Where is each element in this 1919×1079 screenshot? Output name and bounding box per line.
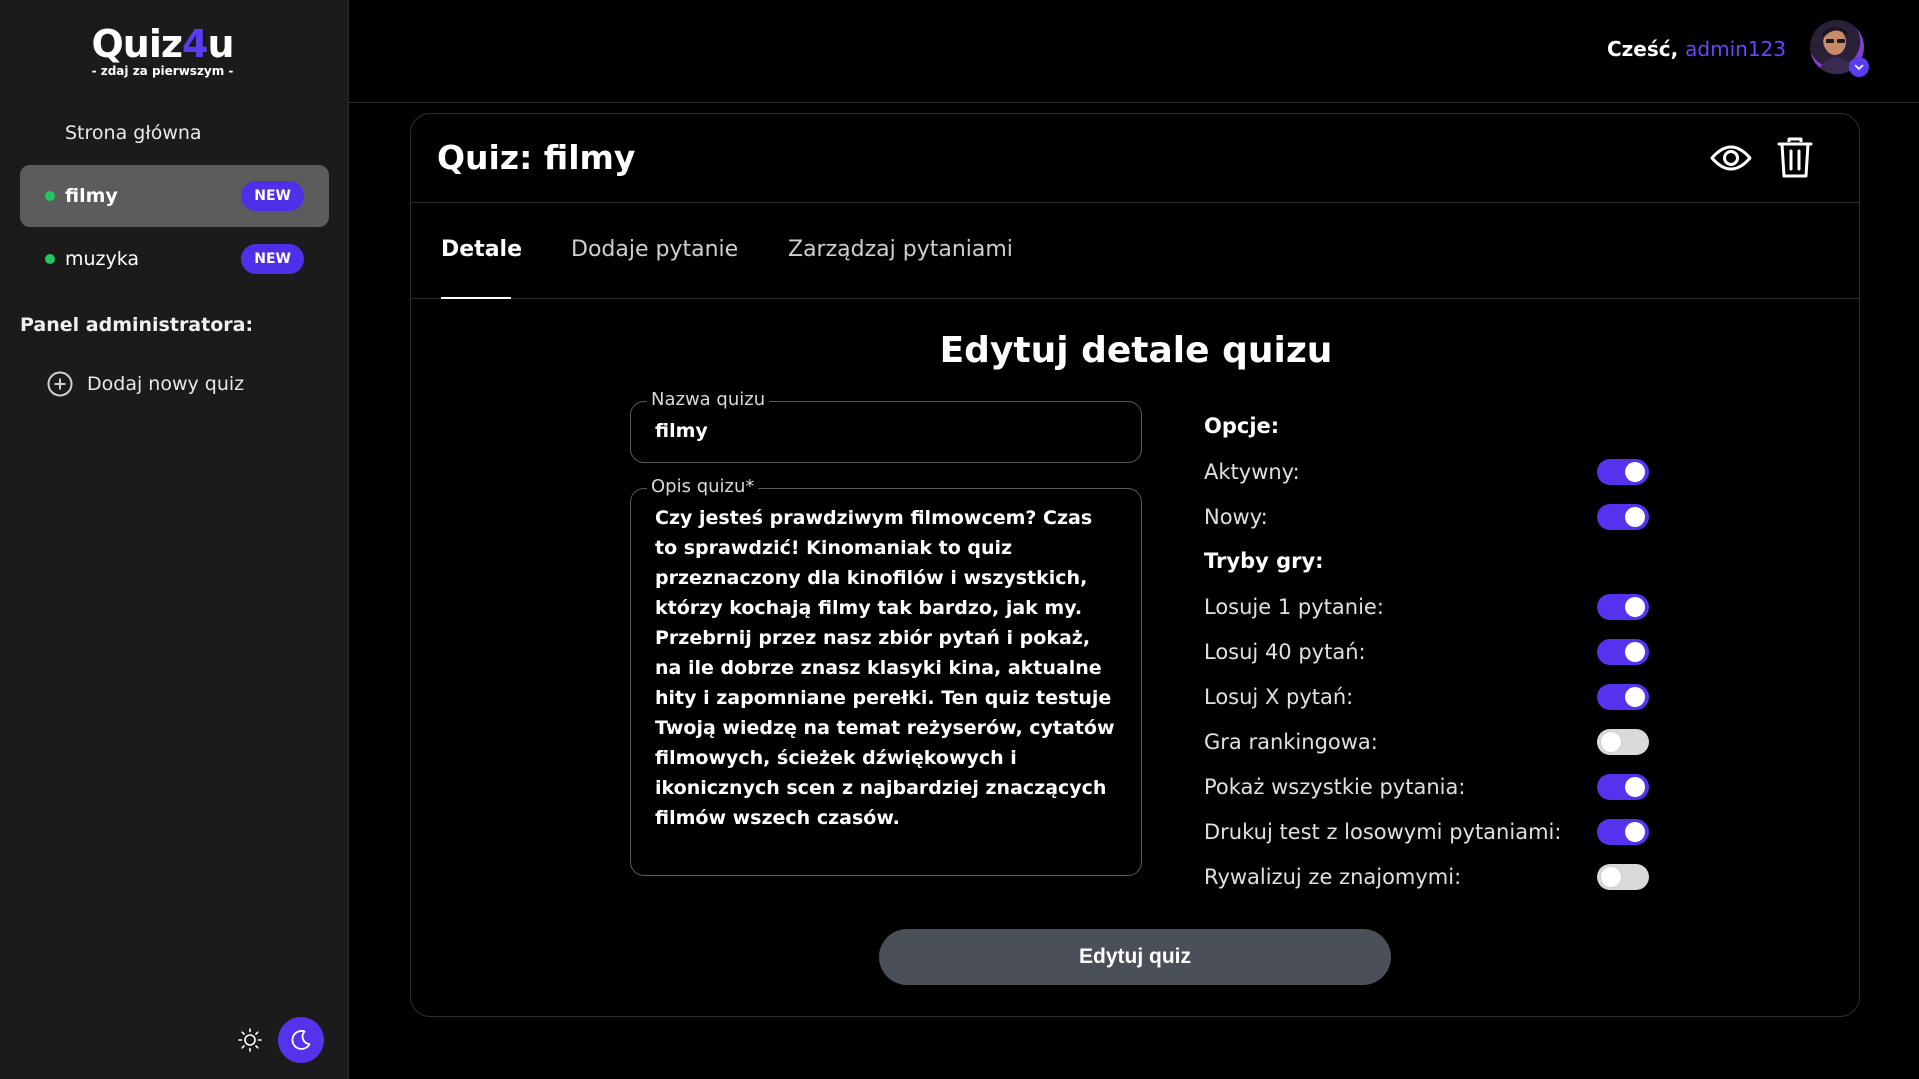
option-label: Drukuj test z losowymi pytaniami:: [1204, 819, 1562, 844]
check-icon: [1854, 64, 1864, 71]
option-label: Aktywny:: [1204, 459, 1300, 484]
status-dot: [45, 191, 55, 201]
option-label: Losuje 1 pytanie:: [1204, 594, 1384, 619]
sidebar: Quiz4u - zdaj za pierwszym - Strona głów…: [0, 0, 349, 1079]
sidebar-item-home[interactable]: Strona główna: [65, 118, 202, 148]
option-row: Pokaż wszystkie pytania:: [1204, 764, 1649, 809]
avatar-dropdown-badge[interactable]: [1849, 57, 1869, 77]
option-row: Losuj 40 pytań:: [1204, 629, 1649, 674]
option-row: Losuj X pytań:: [1204, 674, 1649, 719]
new-toggle[interactable]: [1597, 503, 1649, 530]
option-row: Drukuj test z losowymi pytaniami:: [1204, 809, 1649, 854]
new-badge: NEW: [241, 181, 304, 211]
sidebar-item-filmy[interactable]: filmy NEW: [20, 165, 329, 227]
show-all-questions-toggle[interactable]: [1597, 773, 1649, 800]
new-badge: NEW: [241, 244, 304, 274]
quiz-name-field[interactable]: Nazwa quizu filmy: [630, 388, 1142, 463]
tab-add-question[interactable]: Dodaje pytanie: [571, 228, 738, 272]
tab-manage-questions[interactable]: Zarządzaj pytaniami: [788, 228, 1013, 272]
edit-quiz-button[interactable]: Edytuj quiz: [879, 929, 1391, 985]
random-one-toggle[interactable]: [1597, 593, 1649, 620]
option-row: Gra rankingowa:: [1204, 719, 1649, 764]
random-forty-toggle[interactable]: [1597, 638, 1649, 665]
sun-icon[interactable]: [237, 1027, 263, 1053]
compete-friends-toggle[interactable]: [1597, 863, 1649, 890]
sidebar-item-label: filmy: [65, 185, 118, 207]
option-label: Gra rankingowa:: [1204, 729, 1378, 754]
eye-icon[interactable]: [1709, 138, 1753, 178]
ranked-game-toggle[interactable]: [1597, 728, 1649, 755]
tab-details[interactable]: Detale: [441, 228, 522, 272]
card-header: Quiz: filmy: [411, 114, 1859, 203]
add-quiz-label: Dodaj nowy quiz: [87, 373, 245, 395]
random-x-toggle[interactable]: [1597, 683, 1649, 710]
logo-title: Quiz4u: [91, 22, 234, 66]
quiz-description-field[interactable]: Opis quizu* Czy jesteś prawdziwym filmow…: [630, 475, 1142, 876]
trash-icon[interactable]: [1775, 136, 1815, 180]
logo-tagline: - zdaj za pierwszym -: [91, 64, 234, 78]
active-toggle[interactable]: [1597, 458, 1649, 485]
dark-mode-button[interactable]: [278, 1017, 324, 1063]
status-dot: [45, 254, 55, 264]
option-row: Aktywny:: [1204, 449, 1649, 494]
top-bar: Cześć, admin123: [349, 0, 1919, 103]
tab-bar: Detale Dodaje pytanie Zarządzaj pytaniam…: [411, 203, 1859, 299]
game-modes-heading: Tryby gry:: [1204, 549, 1324, 573]
logo[interactable]: Quiz4u - zdaj za pierwszym -: [0, 22, 325, 78]
moon-icon: [291, 1030, 311, 1050]
sidebar-item-muzyka[interactable]: muzyka NEW: [20, 228, 329, 290]
sidebar-item-label: muzyka: [65, 248, 140, 270]
greeting: Cześć, admin123: [1606, 37, 1786, 61]
username-link[interactable]: admin123: [1685, 37, 1786, 61]
print-test-toggle[interactable]: [1597, 818, 1649, 845]
quiz-card: Quiz: filmy Detale Dodaje pytanie Zarząd…: [410, 113, 1860, 1017]
plus-circle-icon: [47, 371, 73, 397]
quiz-description-value: Czy jesteś prawdziwym filmowcem? Czas to…: [655, 507, 1115, 829]
option-label: Rywalizuj ze znajomymi:: [1204, 864, 1462, 889]
option-label: Pokaż wszystkie pytania:: [1204, 774, 1466, 799]
add-quiz-link[interactable]: Dodaj nowy quiz: [46, 370, 244, 398]
form-title: Edytuj detale quizu: [939, 330, 1333, 371]
options-heading: Opcje:: [1204, 414, 1280, 438]
option-label: Nowy:: [1204, 504, 1268, 529]
option-row: Losuje 1 pytanie:: [1204, 584, 1649, 629]
page-title: Quiz: filmy: [437, 138, 636, 177]
option-row: Rywalizuj ze znajomymi:: [1204, 854, 1649, 899]
option-row: Nowy:: [1204, 494, 1649, 539]
quiz-name-label: Nazwa quizu: [647, 388, 770, 412]
admin-panel-heading: Panel administratora:: [20, 314, 254, 336]
quiz-description-label: Opis quizu*: [647, 475, 759, 499]
option-label: Losuj X pytań:: [1204, 684, 1354, 709]
options-panel: Opcje: Aktywny: Nowy: Tryby gry: Losuje …: [1204, 404, 1649, 899]
quiz-name-value: filmy: [655, 420, 708, 442]
active-tab-indicator: [441, 297, 511, 299]
option-label: Losuj 40 pytań:: [1204, 639, 1366, 664]
